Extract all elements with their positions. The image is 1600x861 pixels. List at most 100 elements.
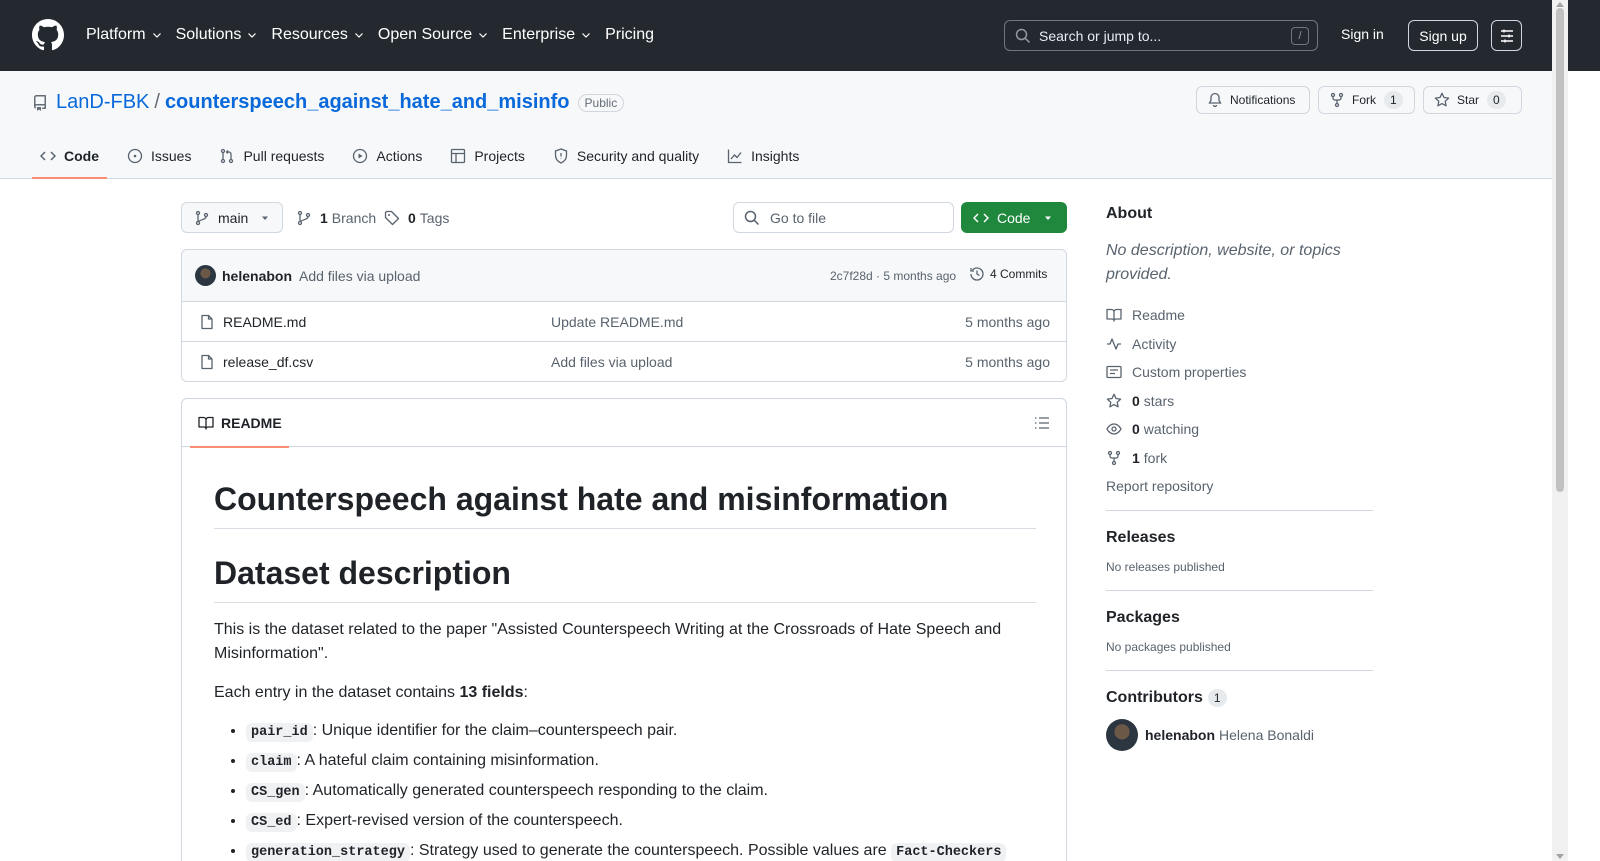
nav-pricing[interactable]: Pricing bbox=[605, 24, 654, 46]
field-code: claim bbox=[246, 753, 297, 772]
nav-open-source[interactable]: Open Source bbox=[378, 24, 489, 46]
eye-icon bbox=[1106, 423, 1122, 435]
tab-security[interactable]: Security and quality bbox=[545, 133, 707, 178]
link-label: Custom properties bbox=[1132, 364, 1247, 381]
file-icon bbox=[201, 354, 213, 370]
branches-link[interactable]: 1 Branch bbox=[296, 210, 376, 226]
file-commit-message[interactable]: Add files via upload bbox=[551, 354, 672, 370]
file-row[interactable]: README.md Update README.md 5 months ago bbox=[182, 302, 1066, 342]
book-icon bbox=[198, 416, 214, 430]
scrollbar-thumb[interactable] bbox=[1556, 8, 1564, 492]
page-scrollbar[interactable] bbox=[1552, 0, 1568, 861]
tab-code[interactable]: Code bbox=[32, 133, 107, 179]
contributor-item[interactable]: helenabon Helena Bonaldi bbox=[1106, 719, 1373, 752]
file-name[interactable]: README.md bbox=[223, 314, 306, 330]
packages-heading[interactable]: Packages bbox=[1106, 609, 1373, 627]
avatar[interactable] bbox=[1106, 719, 1138, 752]
contributor-login[interactable]: helenabon bbox=[1145, 727, 1215, 743]
branch-icon bbox=[297, 210, 311, 226]
branch-selector[interactable]: main bbox=[181, 202, 283, 233]
releases-heading[interactable]: Releases bbox=[1106, 529, 1373, 547]
link-label: Activity bbox=[1132, 335, 1177, 352]
tab-label: Projects bbox=[474, 147, 525, 164]
field-code: generation_strategy bbox=[246, 843, 410, 861]
bell-icon bbox=[1208, 92, 1222, 108]
star-button[interactable]: Star 0 bbox=[1423, 86, 1522, 114]
star-icon bbox=[1434, 92, 1450, 107]
field-text: : A hateful claim containing misinformat… bbox=[296, 752, 599, 769]
star-label: Star bbox=[1457, 93, 1480, 107]
search-input[interactable]: Search or jump to... / bbox=[1004, 20, 1318, 51]
pulse-icon bbox=[1107, 338, 1121, 350]
readme-intro: This is the dataset related to the paper… bbox=[214, 621, 1002, 662]
repo-header: LanD-FBK / counterspeech_against_hate_an… bbox=[0, 71, 1552, 179]
field-code: CS_ed bbox=[246, 813, 297, 832]
readme-link[interactable]: Readme bbox=[1106, 301, 1373, 330]
tab-insights[interactable]: Insights bbox=[719, 133, 807, 178]
tab-label: Pull requests bbox=[243, 147, 325, 164]
file-name[interactable]: release_df.csv bbox=[223, 354, 313, 370]
watching-link[interactable]: 0 watching bbox=[1106, 415, 1373, 444]
scroll-up-arrow-icon[interactable] bbox=[1556, 2, 1564, 7]
contributor-name: Helena Bonaldi bbox=[1219, 727, 1314, 744]
chevron-down-icon bbox=[479, 33, 488, 38]
repo-name-link[interactable]: counterspeech_against_hate_and_misinfo bbox=[165, 91, 570, 114]
forks-link[interactable]: 1 fork bbox=[1106, 444, 1373, 473]
list-item: claim: A hateful claim containing misinf… bbox=[246, 749, 1036, 775]
caret-down-icon bbox=[262, 216, 269, 220]
breadcrumb-separator: / bbox=[154, 91, 160, 113]
github-logo-icon[interactable] bbox=[32, 19, 64, 51]
go-to-file-input[interactable]: Go to file bbox=[733, 202, 954, 233]
repo-owner-link[interactable]: LanD-FBK bbox=[56, 91, 149, 114]
nav-solutions[interactable]: Solutions bbox=[176, 24, 259, 46]
stars-link[interactable]: 0 stars bbox=[1106, 387, 1373, 416]
tab-readme[interactable]: README bbox=[190, 399, 289, 448]
avatar[interactable] bbox=[195, 265, 216, 286]
header-menu-button[interactable] bbox=[1491, 20, 1522, 51]
about-description: No description, website, or topics provi… bbox=[1106, 242, 1341, 283]
readme-section-heading: Dataset description bbox=[214, 553, 1036, 603]
code-download-button[interactable]: Code bbox=[961, 202, 1067, 233]
tab-actions[interactable]: Actions bbox=[344, 133, 430, 178]
readme-tab-label: README bbox=[221, 415, 282, 431]
nav-enterprise[interactable]: Enterprise bbox=[502, 24, 592, 46]
visibility-badge: Public bbox=[577, 93, 625, 112]
file-row[interactable]: release_df.csv Add files via upload 5 mo… bbox=[182, 342, 1066, 381]
file-commit-message[interactable]: Update README.md bbox=[551, 314, 683, 330]
tab-issues[interactable]: Issues bbox=[119, 133, 199, 178]
notifications-button[interactable]: Notifications bbox=[1196, 86, 1310, 114]
custom-properties-link[interactable]: Custom properties bbox=[1106, 358, 1373, 387]
nav-platform[interactable]: Platform bbox=[86, 24, 163, 46]
nav-label: Enterprise bbox=[502, 26, 576, 43]
sign-in-link[interactable]: Sign in bbox=[1341, 26, 1384, 42]
pull-request-icon bbox=[221, 148, 234, 163]
tag-count: 0 bbox=[408, 210, 416, 226]
commits-link[interactable]: 4 Commits bbox=[969, 266, 1047, 282]
tag-icon bbox=[384, 210, 400, 226]
fork-button[interactable]: Fork 1 bbox=[1318, 86, 1415, 114]
readme-header: README bbox=[182, 399, 1066, 448]
nav-label: Platform bbox=[86, 26, 146, 43]
field-text: : Automatically generated counterspeech … bbox=[304, 782, 768, 799]
commit-author[interactable]: helenabon bbox=[222, 268, 292, 284]
file-age: 5 months ago bbox=[965, 314, 1050, 330]
link-label: stars bbox=[1143, 392, 1175, 409]
list-item: CS_ed: Expert-revised version of the cou… bbox=[246, 809, 1036, 835]
releases-empty-text: No releases published bbox=[1106, 560, 1225, 574]
activity-link[interactable]: Activity bbox=[1106, 330, 1373, 359]
list-outline-icon[interactable] bbox=[1034, 415, 1050, 431]
star-count: 0 bbox=[1487, 91, 1506, 109]
nav-resources[interactable]: Resources bbox=[271, 24, 364, 46]
file-browser: helenabon Add files via upload 2c7f28d ·… bbox=[181, 249, 1067, 382]
scroll-down-arrow-icon[interactable] bbox=[1556, 854, 1564, 859]
star-icon bbox=[1106, 393, 1122, 408]
tags-link[interactable]: 0 Tags bbox=[384, 210, 449, 226]
report-repository-link[interactable]: Report repository bbox=[1106, 478, 1373, 494]
link-label: watching bbox=[1143, 421, 1200, 438]
commit-message[interactable]: Add files via upload bbox=[299, 268, 420, 284]
sign-up-button[interactable]: Sign up bbox=[1408, 20, 1478, 51]
tab-pull-requests[interactable]: Pull requests bbox=[211, 133, 332, 178]
commit-hash-age[interactable]: 2c7f28d · 5 months ago bbox=[830, 269, 956, 283]
contributors-heading[interactable]: Contributors 1 bbox=[1106, 689, 1373, 707]
tab-projects[interactable]: Projects bbox=[442, 133, 533, 178]
